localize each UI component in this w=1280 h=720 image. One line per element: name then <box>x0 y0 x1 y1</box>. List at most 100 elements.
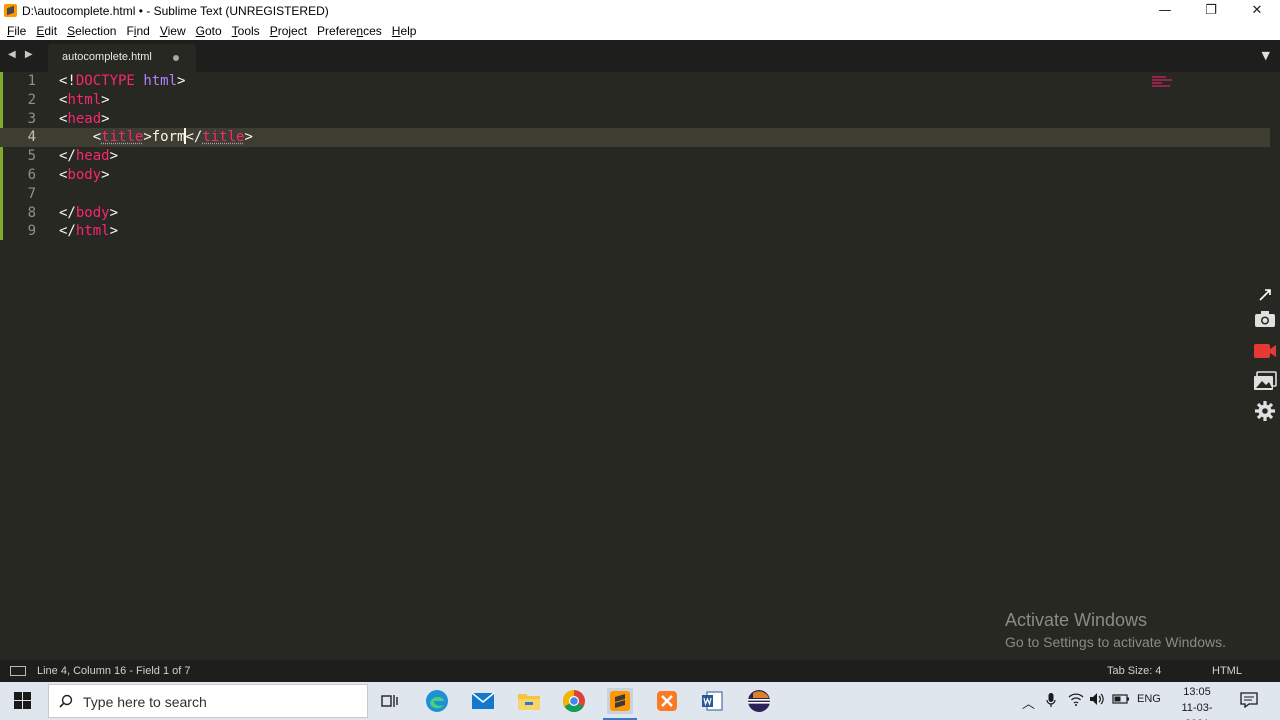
menu-item-text: roject <box>277 23 308 38</box>
menu-item[interactable]: Preferences <box>312 24 387 38</box>
xampp-icon[interactable] <box>654 688 680 714</box>
code-token: html <box>143 73 178 89</box>
microphone-icon[interactable] <box>1046 692 1056 711</box>
video-record-icon[interactable] <box>1252 338 1278 364</box>
menu-item-text: G <box>195 23 205 38</box>
panel-toggle-icon[interactable] <box>10 666 26 676</box>
expand-icon[interactable] <box>1252 286 1278 304</box>
code-text: </head> <box>59 147 118 166</box>
menu-item-text: V <box>159 23 168 38</box>
menu-item[interactable]: Selection <box>62 24 121 38</box>
menu-item-text: oto <box>204 23 222 38</box>
tray-expand-chevron-icon[interactable]: ︿ <box>1022 693 1035 712</box>
code-token: head <box>75 148 110 165</box>
menu-item[interactable]: Project <box>265 24 312 38</box>
mail-icon[interactable] <box>470 688 496 714</box>
eclipse-icon[interactable] <box>746 688 772 714</box>
line-number: 5 <box>27 148 36 165</box>
tab-dropdown-icon[interactable]: ▼ <box>1262 49 1270 62</box>
code-line[interactable]: 1 <!DOCTYPE html> <box>0 72 1270 91</box>
clock-date: 11-03-2021 <box>1181 702 1213 720</box>
gallery-icon[interactable] <box>1252 368 1278 394</box>
code-line[interactable]: 4 <title>form</title> <box>0 128 1270 148</box>
notification-center-icon[interactable] <box>1240 692 1258 709</box>
tab-label: autocomplete.html <box>62 51 152 63</box>
code-token: > <box>109 204 119 221</box>
sublime-text-icon <box>4 4 17 17</box>
line-number: 3 <box>27 110 36 127</box>
camera-icon[interactable] <box>1252 306 1278 332</box>
unsaved-dot-icon[interactable] <box>173 55 179 61</box>
code-token: </ <box>59 223 76 240</box>
code-token: body <box>67 166 102 183</box>
menu-item-text: F <box>126 23 134 38</box>
code-line[interactable]: 7 <box>0 185 1270 204</box>
menu-item[interactable]: Goto <box>191 24 227 38</box>
code-token: > <box>109 148 119 165</box>
code-token: DOCTYPE <box>75 73 135 89</box>
tab-size-indicator[interactable]: Tab Size: 4 <box>1107 665 1161 677</box>
menu-item-text: election <box>75 23 117 38</box>
settings-gear-icon[interactable] <box>1252 398 1278 424</box>
taskbar-search-box[interactable]: Type here to search <box>48 684 368 718</box>
system-clock[interactable]: 13:05 11-03-2021 <box>1170 684 1224 720</box>
menu-item[interactable]: File <box>0 24 31 38</box>
task-view-icon[interactable] <box>377 688 403 714</box>
line-number: 6 <box>27 166 36 183</box>
line-number: 1 <box>27 73 36 89</box>
file-explorer-icon[interactable] <box>516 688 542 714</box>
code-line[interactable]: 2 <html> <box>0 91 1270 110</box>
minimize-button[interactable]: — <box>1142 0 1188 21</box>
code-token: > <box>109 223 119 240</box>
syntax-indicator[interactable]: HTML <box>1212 665 1242 677</box>
code-line[interactable]: 3 <head> <box>0 110 1270 129</box>
tab-nav-arrows[interactable]: ◀ ▶ <box>8 49 36 60</box>
code-token: form <box>151 129 186 146</box>
menu-item-text: P <box>269 23 278 38</box>
windows-start-icon[interactable] <box>14 692 31 709</box>
code-editor[interactable]: 1 <!DOCTYPE html> 2 <html> 3 <head> 4 <title>f… <box>0 72 1270 660</box>
code-token: html <box>67 91 102 108</box>
line-number: 9 <box>27 223 36 240</box>
window-title: D:\autocomplete.html • - Sublime Text (U… <box>22 3 329 18</box>
word-icon[interactable] <box>699 688 725 714</box>
line-number: 4 <box>27 129 36 146</box>
menu-item[interactable]: Tools <box>227 24 265 38</box>
code-line[interactable]: 9 </html> <box>0 222 1270 241</box>
cursor-position: Line 4, Column 16 - Field 1 of 7 <box>37 665 191 677</box>
code-token: body <box>75 204 110 221</box>
menu-item[interactable]: Edit <box>31 24 62 38</box>
activate-windows-subtitle: Go to Settings to activate Windows. <box>1005 634 1226 650</box>
code-line[interactable]: 6 <body> <box>0 166 1270 185</box>
search-placeholder: Type here to search <box>83 694 207 710</box>
menu-item-text: nd <box>136 23 150 38</box>
menu-item[interactable]: Find <box>121 24 154 38</box>
sublime-taskbar-icon[interactable] <box>603 688 637 720</box>
language-indicator[interactable]: ENG <box>1137 693 1161 705</box>
code-text: <body> <box>59 166 110 185</box>
tab-autocomplete-html[interactable]: autocomplete.html <box>48 44 196 72</box>
code-token: > <box>101 110 110 127</box>
restore-button[interactable]: ❐ <box>1188 0 1234 21</box>
chrome-icon[interactable] <box>561 688 587 714</box>
close-button[interactable]: ✕ <box>1234 0 1280 21</box>
code-text: </html> <box>59 222 118 241</box>
menu-item-text: S <box>67 23 76 38</box>
activate-windows-title: Activate Windows <box>1005 610 1148 630</box>
code-token: > <box>143 129 152 146</box>
edge-browser-icon[interactable] <box>424 688 450 714</box>
wifi-icon[interactable] <box>1068 692 1084 709</box>
code-line[interactable]: 8 </body> <box>0 204 1270 223</box>
menu-item-text: Prefere <box>317 23 357 38</box>
code-line[interactable]: 5 </head> <box>0 147 1270 166</box>
menu-item-text: iew <box>167 23 186 38</box>
code-text: </body> <box>59 204 118 223</box>
battery-icon[interactable] <box>1112 694 1130 707</box>
menu-item[interactable]: Help <box>387 24 422 38</box>
menu-item-text: ces <box>363 23 382 38</box>
minimap[interactable] <box>1152 76 1174 92</box>
window-controls: — ❐ ✕ <box>1142 0 1280 21</box>
menu-item[interactable]: View <box>155 24 191 38</box>
volume-icon[interactable] <box>1089 692 1105 709</box>
code-text: <html> <box>59 91 110 110</box>
